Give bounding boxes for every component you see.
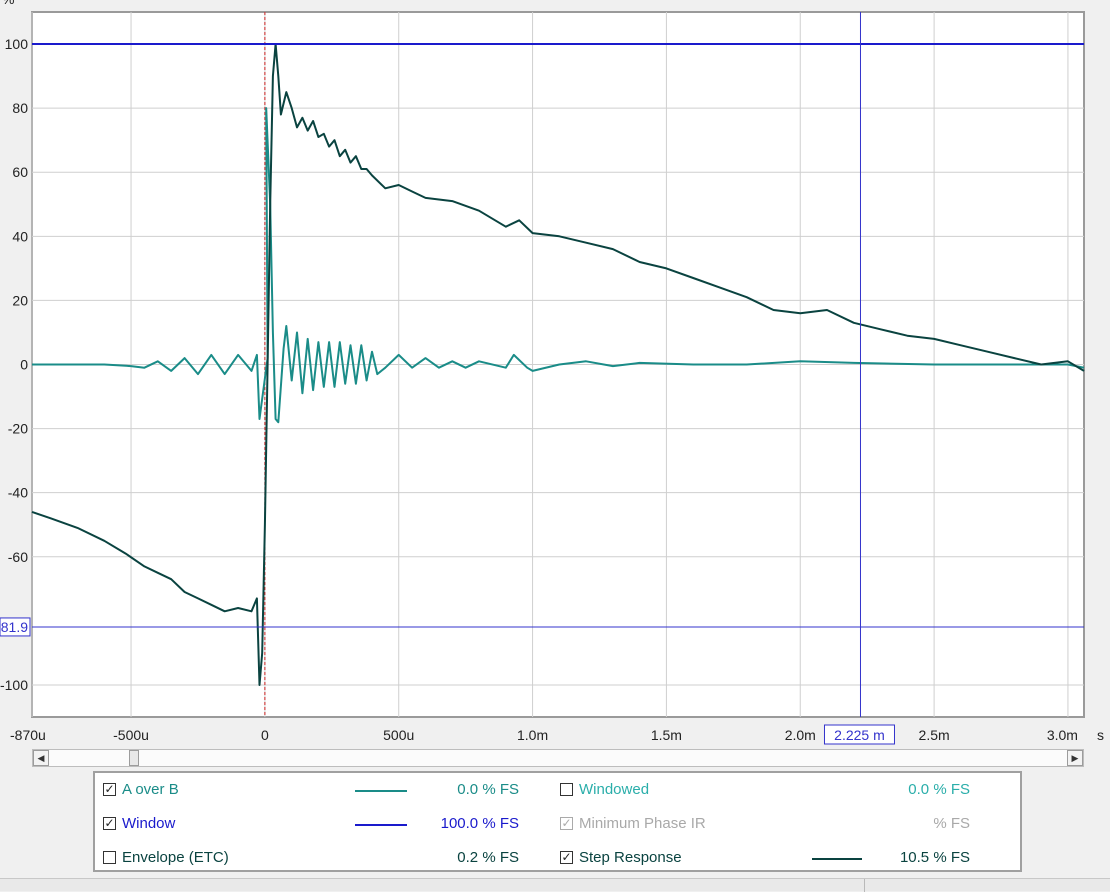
y-tick-label: 80 <box>12 100 28 116</box>
x-axis-unit: s <box>1097 727 1104 743</box>
legend-label: A over B <box>122 781 179 798</box>
cursor-x-readout: 2.225 m <box>834 727 885 743</box>
x-tick-label: 500u <box>383 727 414 743</box>
legend-checkbox[interactable]: ✓ <box>103 783 116 796</box>
y-tick-label: -20 <box>8 421 28 437</box>
legend-value: 10.5 % FS <box>899 849 970 866</box>
legend-panel: ✓ A over B 0.0 % FS ✓ Window 100.0 % FS … <box>93 771 1022 872</box>
legend-item-windowed[interactable]: Windowed 0.0 % FS <box>560 780 980 800</box>
legend-checkbox[interactable] <box>560 783 573 796</box>
legend-item-step-response[interactable]: ✓ Step Response 10.5 % FS <box>560 848 980 868</box>
x-tick-label: -870u <box>10 727 46 743</box>
legend-value: 100.0 % FS <box>440 815 519 832</box>
status-separator <box>864 879 865 892</box>
y-tick-label: 20 <box>12 292 28 308</box>
legend-item-a-over-b[interactable]: ✓ A over B 0.0 % FS <box>103 780 523 800</box>
legend-item-window[interactable]: ✓ Window 100.0 % FS <box>103 814 523 834</box>
legend-item-minimum-phase-ir[interactable]: ✓ Minimum Phase IR % FS <box>560 814 980 834</box>
y-tick-label: -100 <box>0 677 28 693</box>
legend-item-envelope[interactable]: Envelope (ETC) 0.2 % FS <box>103 848 523 868</box>
x-tick-label: 1.0m <box>517 727 548 743</box>
legend-checkbox[interactable]: ✓ <box>103 817 116 830</box>
legend-label: Window <box>122 815 176 832</box>
horizontal-scrollbar[interactable]: ◀ ▶ <box>32 749 1084 767</box>
cursor-y-readout: 81.9 <box>1 619 28 635</box>
legend-value: 0.0 % FS <box>908 781 970 798</box>
legend-label: Windowed <box>579 781 650 798</box>
y-tick-label: -40 <box>8 485 28 501</box>
x-tick-label: -500u <box>113 727 149 743</box>
y-tick-label: 40 <box>12 228 28 244</box>
y-tick-label: 0 <box>20 357 28 373</box>
x-tick-label: 2.5m <box>919 727 950 743</box>
legend-checkbox[interactable] <box>103 851 116 864</box>
y-tick-label: 60 <box>12 164 28 180</box>
scroll-thumb[interactable] <box>129 750 139 766</box>
legend-value: 0.0 % FS <box>457 781 519 798</box>
legend-label: Envelope (ETC) <box>122 849 229 866</box>
y-tick-label: -60 <box>8 549 28 565</box>
legend-swatch <box>355 824 407 826</box>
chart[interactable]: 100 80 60 40 20 0 -20 -40 -60 -100% -870u -500u 0 500… <box>0 0 1110 770</box>
legend-label: Step Response <box>579 849 682 866</box>
legend-checkbox[interactable]: ✓ <box>560 817 573 830</box>
scroll-right-button[interactable]: ▶ <box>1067 750 1083 766</box>
scroll-left-button[interactable]: ◀ <box>33 750 49 766</box>
y-axis-label: % <box>2 0 14 7</box>
y-tick-label: 100 <box>5 36 29 52</box>
x-tick-label: 1.5m <box>651 727 682 743</box>
x-tick-label: 2.0m <box>785 727 816 743</box>
legend-value: % FS <box>933 815 970 832</box>
legend-swatch <box>355 790 407 792</box>
legend-label: Minimum Phase IR <box>579 815 706 832</box>
legend-checkbox[interactable]: ✓ <box>560 851 573 864</box>
x-tick-label: 3.0m <box>1047 727 1078 743</box>
legend-swatch <box>812 858 862 860</box>
status-bar <box>0 878 1110 892</box>
legend-value: 0.2 % FS <box>457 849 519 866</box>
x-tick-label: 0 <box>261 727 269 743</box>
